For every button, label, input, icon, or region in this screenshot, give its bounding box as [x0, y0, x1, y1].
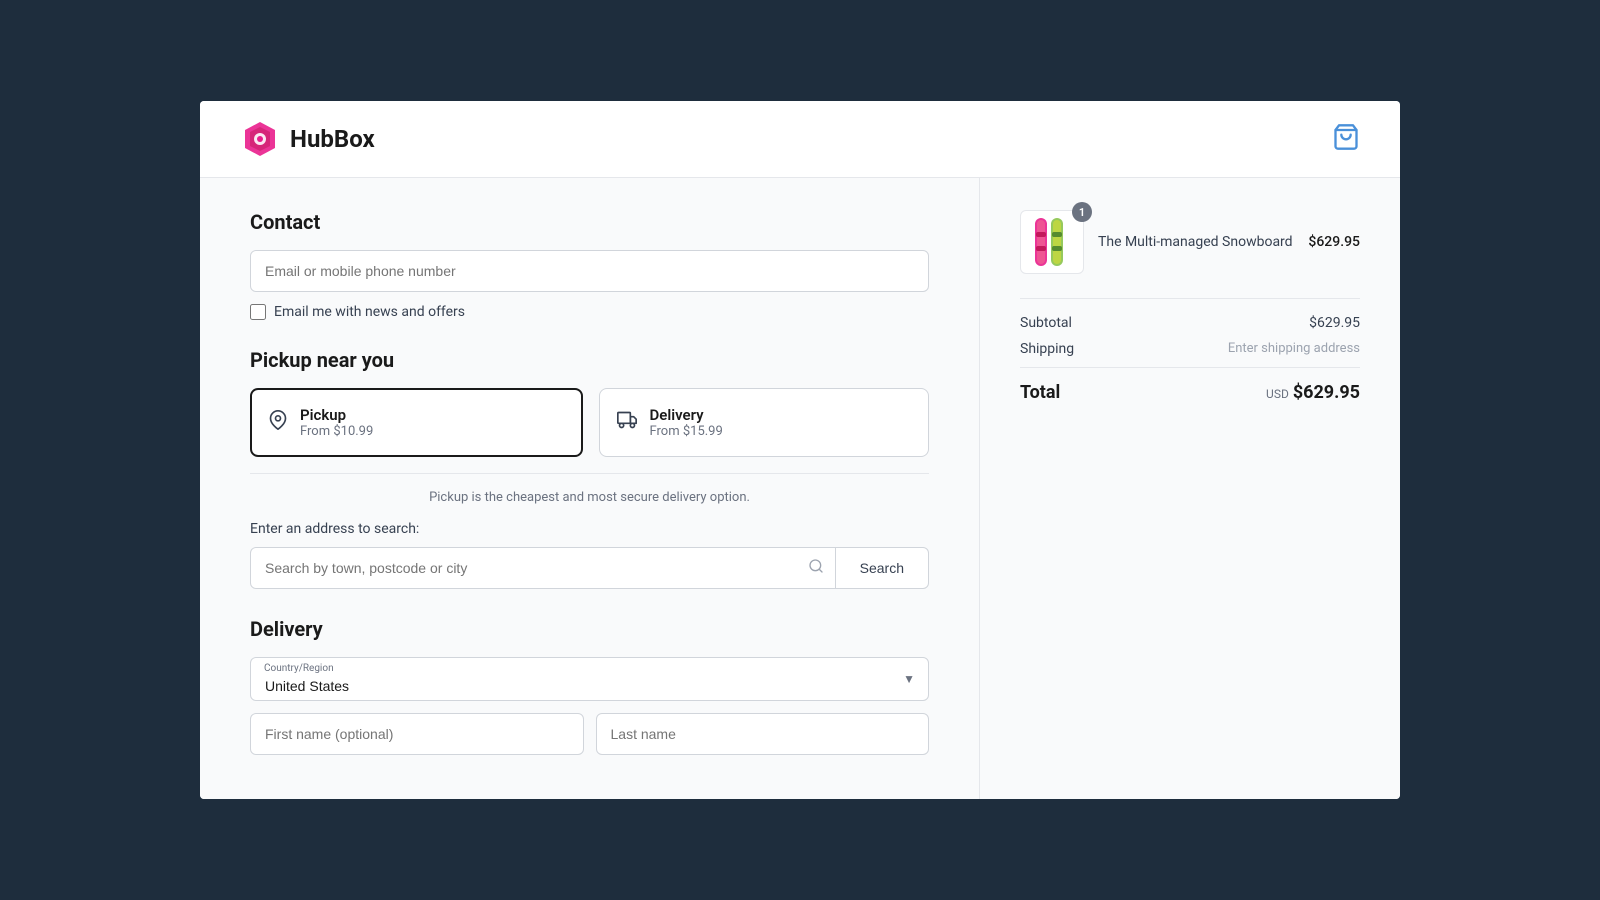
item-image [1020, 210, 1084, 274]
left-panel: Contact Email me with news and offers Pi… [200, 178, 980, 799]
pickup-section: Pickup near you Pickup From $10.99 [250, 348, 929, 589]
hubbox-logo-icon [240, 119, 280, 159]
search-row: Search [250, 547, 929, 589]
delivery-option-price: From $15.99 [650, 424, 723, 439]
name-row [250, 713, 929, 767]
item-details: The Multi-managed Snowboard [1098, 234, 1294, 250]
item-price: $629.95 [1308, 234, 1360, 250]
logo-container: HubBox [240, 119, 375, 159]
search-input-wrapper [250, 547, 836, 589]
first-name-group [250, 713, 584, 755]
delivery-option-name: Delivery [650, 406, 723, 424]
delivery-truck-icon [616, 410, 638, 435]
subtotal-row: Subtotal $629.95 [1020, 315, 1360, 331]
pickup-option-pickup[interactable]: Pickup From $10.99 [250, 388, 583, 457]
last-name-group [596, 713, 930, 755]
shipping-row: Shipping Enter shipping address [1020, 341, 1360, 357]
order-item: 1 The Multi-managed Snowboard $629.95 [1020, 210, 1360, 274]
pickup-option-price: From $10.99 [300, 424, 373, 439]
total-row: Total USD $629.95 [1020, 367, 1360, 403]
shipping-value: Enter shipping address [1228, 341, 1360, 357]
delivery-section: Delivery Country/Region United States ▼ [250, 617, 929, 767]
newsletter-checkbox[interactable] [250, 304, 266, 320]
delivery-option-text: Delivery From $15.99 [650, 406, 723, 439]
country-select-group: Country/Region United States ▼ [250, 657, 929, 701]
address-search-label: Enter an address to search: [250, 521, 929, 537]
address-search-input[interactable] [250, 547, 836, 589]
item-image-wrapper: 1 [1020, 210, 1084, 274]
subtotal-label: Subtotal [1020, 315, 1072, 331]
contact-section: Contact Email me with news and offers [250, 210, 929, 320]
content-area: Contact Email me with news and offers Pi… [200, 178, 1400, 799]
snowboard-svg [1027, 214, 1077, 270]
newsletter-checkbox-row: Email me with news and offers [250, 304, 929, 320]
total-value: $629.95 [1293, 382, 1360, 403]
pickup-option-delivery[interactable]: Delivery From $15.99 [599, 388, 930, 457]
contact-title: Contact [250, 210, 929, 234]
subtotal-value: $629.95 [1309, 315, 1360, 331]
pickup-note: Pickup is the cheapest and most secure d… [250, 473, 929, 505]
search-button[interactable]: Search [836, 547, 929, 589]
logo-text: HubBox [290, 125, 375, 153]
cart-icon[interactable] [1332, 123, 1360, 155]
delivery-title: Delivery [250, 617, 929, 641]
email-input[interactable] [250, 250, 929, 292]
total-label: Total [1020, 382, 1060, 403]
shipping-label: Shipping [1020, 341, 1074, 357]
total-value-container: USD $629.95 [1266, 382, 1360, 403]
first-name-input[interactable] [250, 713, 584, 755]
right-panel: 1 The Multi-managed Snowboard $629.95 Su… [980, 178, 1400, 799]
order-totals: Subtotal $629.95 Shipping Enter shipping… [1020, 298, 1360, 403]
main-container: HubBox Contact Email me with news and of… [200, 101, 1400, 799]
search-icon [808, 558, 824, 578]
pickup-option-text: Pickup From $10.99 [300, 406, 373, 439]
pickup-title: Pickup near you [250, 348, 929, 372]
last-name-input[interactable] [596, 713, 930, 755]
item-quantity-badge: 1 [1072, 202, 1092, 222]
total-currency: USD [1266, 387, 1289, 401]
pickup-option-name: Pickup [300, 406, 373, 424]
header: HubBox [200, 101, 1400, 178]
location-pin-icon [268, 410, 288, 435]
country-select[interactable]: United States [250, 657, 929, 701]
item-name: The Multi-managed Snowboard [1098, 234, 1294, 250]
pickup-options: Pickup From $10.99 [250, 388, 929, 457]
newsletter-label: Email me with news and offers [274, 304, 465, 320]
